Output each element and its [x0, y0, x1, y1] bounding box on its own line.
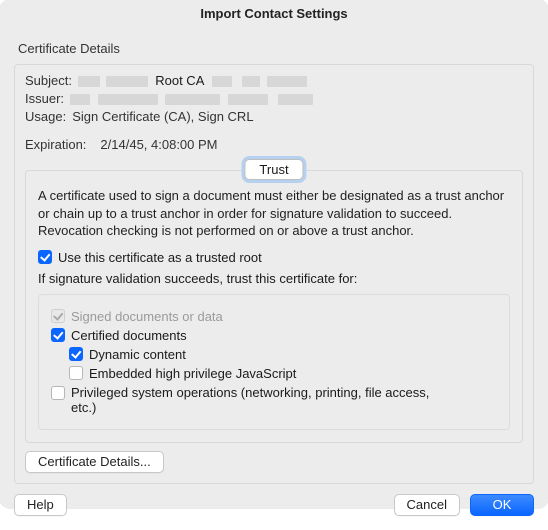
trust-description: A certificate used to sign a document mu…: [38, 187, 510, 240]
cancel-button[interactable]: Cancel: [394, 494, 460, 516]
dynamic-content-row[interactable]: Dynamic content: [69, 347, 497, 362]
redacted-text: [212, 76, 232, 87]
redacted-text: [267, 76, 307, 87]
trust-tab[interactable]: Trust: [244, 159, 303, 180]
certified-documents-row[interactable]: Certified documents: [51, 328, 497, 343]
expiration-value: 2/14/45, 4:08:00 PM: [100, 137, 217, 152]
priv-sys-ops-row[interactable]: Privileged system operations (networking…: [51, 385, 497, 415]
checkbox-icon[interactable]: [38, 250, 52, 264]
high-priv-js-row[interactable]: Embedded high privilege JavaScript: [69, 366, 497, 381]
high-priv-js-label: Embedded high privilege JavaScript: [89, 366, 296, 381]
redacted-text: [242, 76, 260, 87]
trust-panel: Trust A certificate used to sign a docum…: [25, 170, 523, 443]
usage-value: Sign Certificate (CA), Sign CRL: [72, 109, 253, 124]
certificate-details-box: Subject: Root CA Issuer:: [14, 64, 534, 484]
subject-label: Subject:: [25, 73, 72, 88]
redacted-text: [228, 94, 268, 105]
window-title: Import Contact Settings: [0, 0, 548, 27]
subject-row: Subject: Root CA: [25, 73, 523, 88]
issuer-row: Issuer:: [25, 91, 523, 106]
redacted-text: [278, 94, 313, 105]
issuer-value: [70, 91, 313, 106]
content-area: Certificate Details Subject: Root CA Iss…: [0, 27, 548, 484]
checkbox-icon[interactable]: [69, 366, 83, 380]
checkbox-icon[interactable]: [51, 328, 65, 342]
ok-button[interactable]: OK: [470, 494, 534, 516]
redacted-text: [78, 76, 100, 87]
certificate-details-button[interactable]: Certificate Details...: [25, 451, 164, 473]
subject-fragment: Root CA: [155, 73, 204, 88]
priv-sys-ops-label: Privileged system operations (networking…: [71, 385, 431, 415]
expiration-label: Expiration:: [25, 137, 86, 152]
section-title: Certificate Details: [18, 41, 534, 56]
dialog-footer: Help Cancel OK: [0, 484, 548, 530]
expiration-row: Expiration: 2/14/45, 4:08:00 PM: [25, 137, 523, 152]
help-button[interactable]: Help: [14, 494, 67, 516]
redacted-text: [106, 76, 148, 87]
checkbox-icon: [51, 309, 65, 323]
signed-documents-label: Signed documents or data: [71, 309, 223, 324]
use-trusted-root-label: Use this certificate as a trusted root: [58, 250, 262, 265]
dynamic-content-label: Dynamic content: [89, 347, 186, 362]
if-succeeds-label: If signature validation succeeds, trust …: [38, 271, 510, 286]
checkbox-icon[interactable]: [51, 386, 65, 400]
use-trusted-root-row[interactable]: Use this certificate as a trusted root: [38, 250, 510, 265]
issuer-label: Issuer:: [25, 91, 64, 106]
redacted-text: [98, 94, 158, 105]
dialog-window: Import Contact Settings Certificate Deta…: [0, 0, 548, 508]
certified-documents-label: Certified documents: [71, 328, 187, 343]
signed-documents-row: Signed documents or data: [51, 309, 497, 324]
usage-row: Usage: Sign Certificate (CA), Sign CRL: [25, 109, 523, 124]
checkbox-icon[interactable]: [69, 347, 83, 361]
redacted-text: [70, 94, 90, 105]
cert-details-row: Certificate Details...: [25, 451, 523, 473]
trust-options-box: Signed documents or data Certified docum…: [38, 294, 510, 430]
subject-value: Root CA: [78, 73, 307, 88]
usage-label: Usage:: [25, 109, 66, 124]
redacted-text: [165, 94, 220, 105]
